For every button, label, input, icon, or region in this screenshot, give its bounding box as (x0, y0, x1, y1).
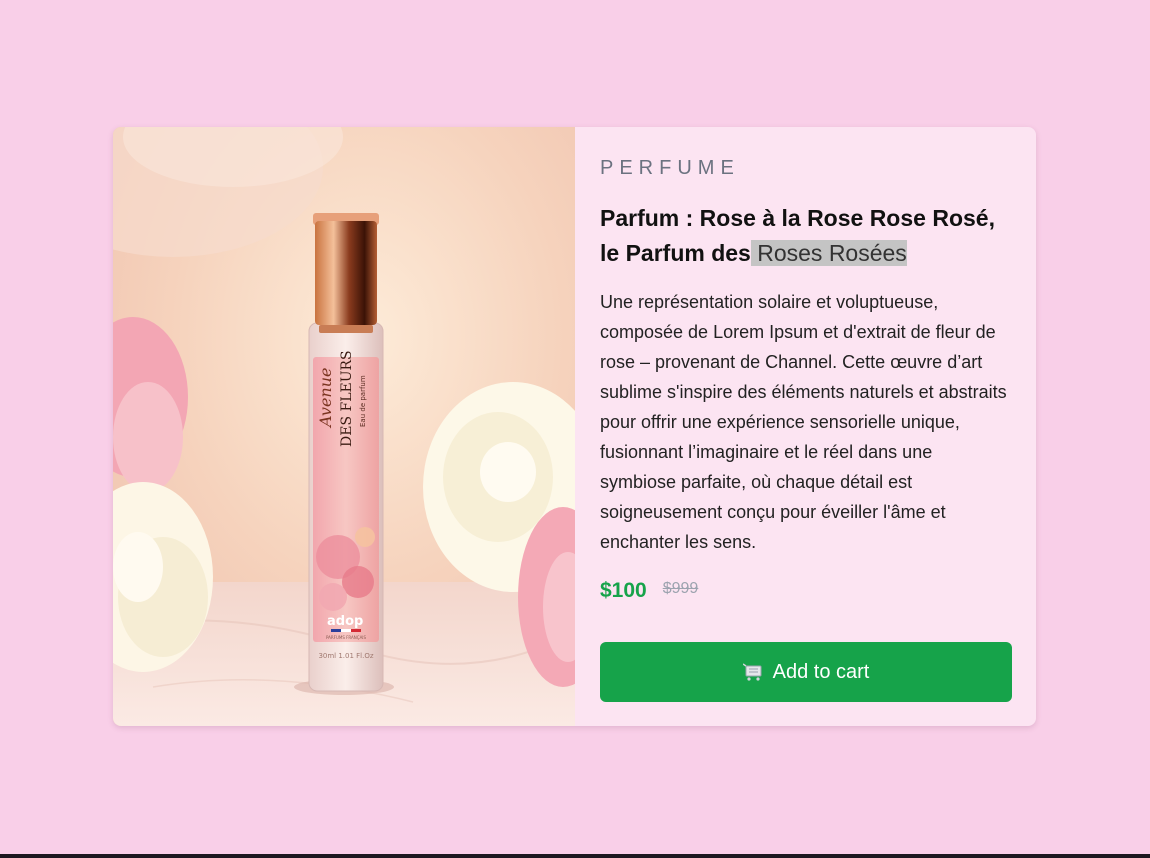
bottle-origin: PARFUMS FRANÇAIS (326, 635, 367, 640)
bottle-brand-caps: DES FLEURS (339, 350, 355, 447)
product-title-highlight: Roses Rosées (750, 240, 907, 266)
product-card: Avenue DES FLEURS Eau de parfum adop PAR… (113, 127, 1036, 726)
bottom-edge-bar (0, 854, 1150, 858)
price-row: $100 $999 (600, 579, 1012, 603)
current-price: $100 (600, 579, 647, 602)
bottle-volume: 30ml 1.01 Fl.Oz (318, 652, 373, 660)
product-category: PERFUME (600, 157, 740, 179)
product-title: Parfum : Rose à la Rose Rose Rosé, le Pa… (600, 201, 1000, 271)
product-details: PERFUME Parfum : Rose à la Rose Rose Ros… (575, 127, 1036, 726)
product-image: Avenue DES FLEURS Eau de parfum adop PAR… (113, 127, 575, 726)
bottle-type: Eau de parfum (359, 375, 367, 427)
bottle-maker: adop (327, 614, 363, 629)
original-price: $999 (662, 580, 699, 597)
shopping-cart-icon (742, 663, 763, 681)
product-description: Une représentation solaire et voluptueus… (600, 292, 1007, 552)
add-to-cart-button[interactable]: Add to cart (600, 642, 1012, 702)
bottle-brand-script: Avenue (316, 368, 335, 430)
add-to-cart-label: Add to cart (772, 660, 870, 683)
